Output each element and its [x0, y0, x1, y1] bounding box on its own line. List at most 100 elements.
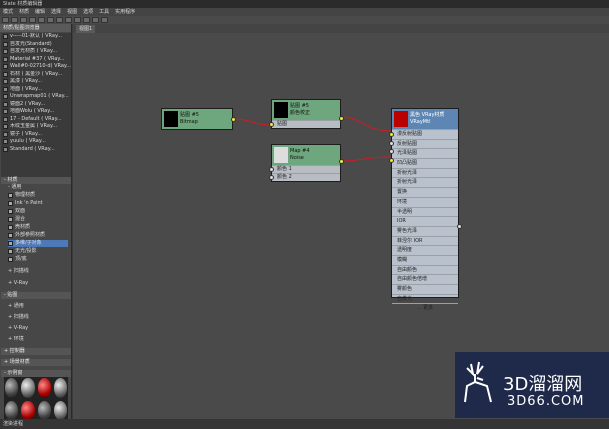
output-socket[interactable] [231, 117, 236, 122]
input-slot[interactable]: 凹凸贴图 [392, 158, 458, 168]
section-materials[interactable]: - 材质 [1, 177, 71, 184]
input-slot[interactable]: 折射光泽 [392, 177, 458, 187]
input-slot[interactable]: 漫反射贴图 [392, 129, 458, 139]
menu-item-tools[interactable]: 工具 [99, 8, 109, 16]
bitmap-node[interactable]: 贴图 #5 Bitmap [161, 108, 236, 130]
list-item[interactable]: 地面Wolu ( VRay... [1, 108, 71, 116]
delete-icon[interactable] [29, 17, 36, 23]
show-map-icon[interactable] [65, 17, 72, 23]
more-slots-button[interactable]: ... 更多 [392, 303, 458, 313]
background-icon[interactable] [74, 17, 81, 23]
vraymtl-node[interactable]: 黑色 VRay材质 VRayMtl 漫反射贴图 反射贴图 光泽贴图 凹凸贴图 折… [389, 108, 462, 311]
pick-material-icon[interactable] [11, 17, 18, 23]
input-slot[interactable]: 颜色 2 [272, 173, 340, 181]
menu-item-options[interactable]: 选项 [83, 8, 93, 16]
input-socket[interactable] [389, 149, 394, 154]
material-item[interactable]: Ink 'n Paint [8, 200, 68, 207]
menu-item-mode[interactable]: 模式 [3, 8, 13, 16]
input-slot[interactable]: IOR [392, 216, 458, 226]
menu-item-utilities[interactable]: 实用程序 [115, 8, 135, 16]
input-socket[interactable] [389, 158, 394, 163]
list-item[interactable]: yuulu ( VRay... [1, 138, 71, 146]
material-item[interactable]: 顶/底 [8, 256, 68, 263]
layout-icon[interactable] [56, 17, 63, 23]
sample-sphere[interactable] [21, 400, 35, 420]
hide-unused-icon[interactable] [47, 17, 54, 23]
sample-sphere[interactable] [5, 400, 19, 420]
section-controllers[interactable]: + 控制器 [1, 348, 71, 355]
list-item[interactable]: 自发光(Standard) [1, 41, 71, 49]
select-tool-icon[interactable] [2, 17, 9, 23]
sample-sphere[interactable] [37, 400, 51, 420]
options-icon[interactable] [92, 17, 99, 23]
input-socket[interactable] [269, 167, 274, 172]
input-slot[interactable]: 环境 [392, 196, 458, 207]
section-scene-materials[interactable]: + 场景材质 [1, 359, 71, 366]
input-slot[interactable]: 自由颜色倍增 [392, 274, 458, 284]
move-children-icon[interactable] [38, 17, 45, 23]
section-maps-env[interactable]: + 环境 [3, 336, 71, 343]
material-item[interactable]: 双面 [8, 208, 68, 215]
output-socket[interactable] [339, 116, 344, 121]
input-slot[interactable]: 模糊 [392, 254, 458, 265]
list-item[interactable]: 镜面2 ( VRay... [1, 101, 71, 109]
list-item[interactable]: 地面 ( VRay... [1, 86, 71, 94]
input-socket[interactable] [269, 122, 274, 127]
navigation-icon[interactable] [83, 17, 90, 23]
input-socket[interactable] [269, 175, 274, 180]
list-item[interactable]: Unwrapmap01 ( VRay... [1, 93, 71, 101]
section-sample-slots[interactable]: - 示例窗 [1, 370, 71, 377]
material-item[interactable]: 无光/投影 [8, 248, 68, 255]
material-item[interactable]: 壳材质 [8, 224, 68, 231]
sample-sphere[interactable] [37, 378, 51, 398]
section-maps-general[interactable]: + 通用 [3, 303, 71, 310]
section-maps[interactable]: - 贴图 [1, 292, 71, 299]
input-socket[interactable] [389, 141, 394, 146]
scene-material-list[interactable]: v-----01-默认 ( VRay... 自发光(Standard) 自发光材… [1, 33, 71, 181]
noise-node[interactable]: Map #4 Noise 颜色 1 颜色 2 [269, 144, 344, 182]
section-vray[interactable]: + V-Ray [3, 280, 71, 287]
list-item[interactable]: 镜子 ( VRay... [1, 131, 71, 139]
menu-item-view[interactable]: 视图 [67, 8, 77, 16]
list-item[interactable]: Wall#0-02710-d( VRay... [1, 63, 71, 71]
color-correct-node[interactable]: 贴图 #5 颜色校正 贴图 [269, 99, 344, 129]
sample-sphere[interactable] [53, 400, 67, 420]
input-slot[interactable]: 自由颜色 [392, 264, 458, 275]
list-item[interactable]: 黑漆 ( VRay... [1, 78, 71, 86]
section-general[interactable]: - 通用 [3, 184, 71, 191]
list-item[interactable]: 自发光材质 ( VRay... [1, 48, 71, 56]
list-item[interactable]: v-----01-默认 ( VRay... [1, 33, 71, 41]
input-slot[interactable]: 反射贴图 [392, 138, 458, 149]
list-item[interactable]: Standard ( VRay... [1, 146, 71, 154]
sample-sphere[interactable] [53, 378, 67, 398]
input-slot[interactable]: 自发光 [392, 293, 458, 304]
list-item[interactable]: 木纹玉金属 ( VRay... [1, 123, 71, 131]
input-slot[interactable]: 颜色 1 [272, 165, 340, 173]
section-scanline[interactable]: + 扫描线 [3, 268, 71, 275]
assign-material-icon[interactable] [20, 17, 27, 23]
menu-item-select[interactable]: 选择 [51, 8, 61, 16]
list-item[interactable]: Material #37 ( VRay... [1, 56, 71, 64]
input-slot[interactable]: 折射光泽 [392, 167, 458, 178]
output-socket[interactable] [457, 224, 462, 229]
material-item[interactable]: 物理材质 [8, 192, 68, 199]
input-slot[interactable]: 贴图 [272, 120, 340, 128]
input-slot[interactable]: 光泽贴图 [392, 148, 458, 158]
sample-slot-icon[interactable] [101, 17, 108, 23]
sample-sphere[interactable] [5, 378, 19, 398]
menu-item-edit[interactable]: 编辑 [35, 8, 45, 16]
input-slot[interactable]: 置换 [392, 187, 458, 197]
material-item[interactable]: 外部参照材质 [8, 232, 68, 239]
input-slot[interactable]: 雾颜色 [392, 284, 458, 294]
sample-sphere[interactable] [21, 378, 35, 398]
material-item-selected[interactable]: 多维/子对象 [8, 240, 68, 247]
section-maps-vray[interactable]: + V-Ray [3, 325, 71, 332]
list-item[interactable]: 17 - Default ( VRay... [1, 116, 71, 124]
input-slot[interactable]: 菲涅尔 IOR [392, 235, 458, 246]
list-item[interactable]: 石材 ( 黑金沙 ( VRay... [1, 71, 71, 79]
output-socket[interactable] [339, 159, 344, 164]
input-socket[interactable] [389, 132, 394, 137]
input-slot[interactable]: 雾色光泽 [392, 225, 458, 236]
input-slot[interactable]: 透明度 [392, 245, 458, 255]
input-slot[interactable]: 半透明 [392, 206, 458, 217]
